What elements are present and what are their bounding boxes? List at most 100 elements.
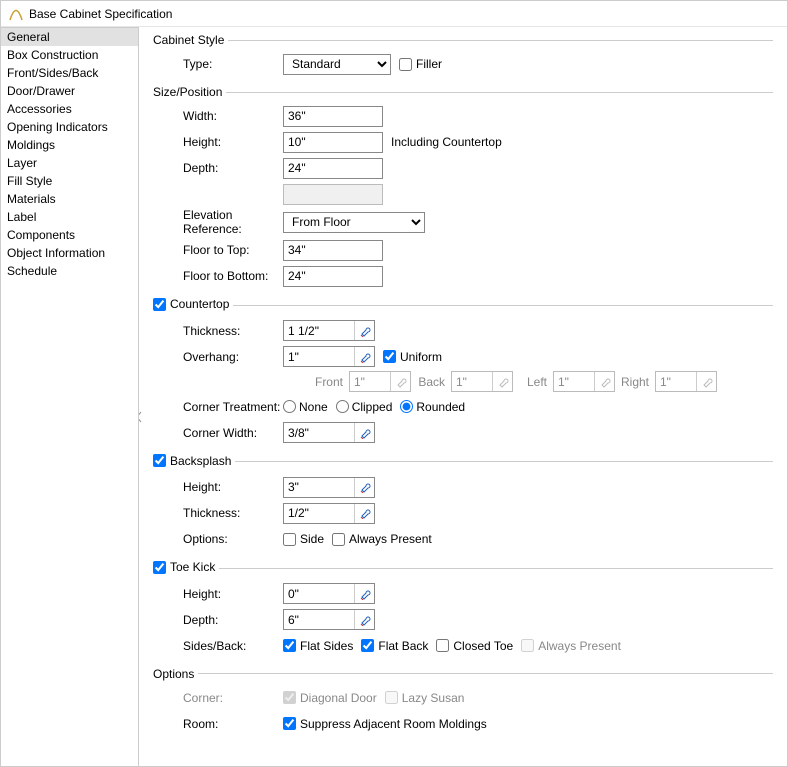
countertop-group: Countertop Thickness: Overhang: Uniform F… bbox=[153, 297, 773, 448]
wrench-icon[interactable] bbox=[354, 610, 374, 629]
elevation-reference-label: Elevation Reference: bbox=[153, 208, 283, 236]
depth-label: Depth: bbox=[153, 613, 283, 627]
back-label: Back bbox=[415, 375, 447, 389]
closed-toe-checkbox[interactable]: Closed Toe bbox=[436, 639, 513, 653]
corner-width-input[interactable] bbox=[284, 423, 354, 442]
lazy-susan-checkbox: Lazy Susan bbox=[385, 691, 465, 705]
side-checkbox[interactable]: Side bbox=[283, 532, 324, 546]
height-label: Height: bbox=[153, 135, 283, 149]
wrench-icon[interactable] bbox=[354, 478, 374, 497]
height-input[interactable] bbox=[283, 132, 383, 153]
wrench-icon bbox=[696, 372, 716, 391]
overhang-label: Overhang: bbox=[153, 350, 283, 364]
sidebar-item-label[interactable]: Label bbox=[1, 208, 138, 226]
overhang-sides-row: Front Back Left Right bbox=[153, 370, 773, 394]
toekick-depth-input[interactable] bbox=[284, 610, 354, 629]
filler-checkbox[interactable]: Filler bbox=[399, 57, 442, 71]
thickness-label: Thickness: bbox=[153, 506, 283, 520]
backsplash-group: Backsplash Height: Thickness: Options: S… bbox=[153, 454, 773, 555]
elevation-reference-select[interactable]: From Floor bbox=[283, 212, 425, 233]
group-legend: Cabinet Style bbox=[153, 33, 228, 47]
countertop-overhang-input[interactable] bbox=[284, 347, 354, 366]
sidebar-item-object-information[interactable]: Object Information bbox=[1, 244, 138, 262]
floor-to-bottom-label: Floor to Bottom: bbox=[153, 269, 283, 283]
options-label: Options: bbox=[153, 532, 283, 546]
sidebar-item-schedule[interactable]: Schedule bbox=[1, 262, 138, 280]
wrench-icon[interactable] bbox=[354, 584, 374, 603]
wrench-icon[interactable] bbox=[354, 321, 374, 340]
wrench-icon bbox=[492, 372, 512, 391]
flat-sides-checkbox[interactable]: Flat Sides bbox=[283, 639, 353, 653]
toe-kick-toggle[interactable]: Toe Kick bbox=[153, 560, 215, 574]
splitter-handle[interactable] bbox=[139, 397, 145, 437]
diagonal-door-checkbox: Diagonal Door bbox=[283, 691, 377, 705]
sides-back-label: Sides/Back: bbox=[153, 639, 283, 653]
disabled-input bbox=[283, 184, 383, 205]
front-label: Front bbox=[313, 375, 345, 389]
right-input bbox=[656, 372, 696, 391]
wrench-icon bbox=[594, 372, 614, 391]
room-label: Room: bbox=[153, 717, 283, 731]
wrench-icon[interactable] bbox=[354, 423, 374, 442]
sidebar-item-accessories[interactable]: Accessories bbox=[1, 100, 138, 118]
corner-width-label: Corner Width: bbox=[153, 426, 283, 440]
backsplash-thickness-input[interactable] bbox=[284, 504, 354, 523]
wrench-icon[interactable] bbox=[354, 504, 374, 523]
sidebar-item-moldings[interactable]: Moldings bbox=[1, 136, 138, 154]
countertop-toggle[interactable]: Countertop bbox=[153, 297, 229, 311]
sidebar-item-front-sides-back[interactable]: Front/Sides/Back bbox=[1, 64, 138, 82]
width-label: Width: bbox=[153, 109, 283, 123]
sidebar-item-fill-style[interactable]: Fill Style bbox=[1, 172, 138, 190]
countertop-thickness-input[interactable] bbox=[284, 321, 354, 340]
suppress-moldings-checkbox[interactable]: Suppress Adjacent Room Moldings bbox=[283, 717, 487, 731]
wrench-icon bbox=[390, 372, 410, 391]
back-input bbox=[452, 372, 492, 391]
sidebar-item-box-construction[interactable]: Box Construction bbox=[1, 46, 138, 64]
filler-checkbox-input[interactable] bbox=[399, 58, 412, 71]
floor-to-top-label: Floor to Top: bbox=[153, 243, 283, 257]
category-sidebar: GeneralBox ConstructionFront/Sides/BackD… bbox=[1, 27, 139, 766]
thickness-label: Thickness: bbox=[153, 324, 283, 338]
sidebar-item-components[interactable]: Components bbox=[1, 226, 138, 244]
content-panel: Cabinet Style Type: Standard Filler Size… bbox=[139, 27, 787, 766]
floor-to-bottom-input[interactable] bbox=[283, 266, 383, 287]
corner-clipped-radio[interactable]: Clipped bbox=[336, 400, 393, 414]
type-label: Type: bbox=[153, 57, 283, 71]
uniform-checkbox[interactable]: Uniform bbox=[383, 350, 442, 364]
options-group: Options Corner: Diagonal Door Lazy Susan… bbox=[153, 667, 773, 739]
app-icon bbox=[9, 7, 23, 21]
group-legend: Size/Position bbox=[153, 85, 226, 99]
toekick-height-input[interactable] bbox=[284, 584, 354, 603]
floor-to-top-input[interactable] bbox=[283, 240, 383, 261]
corner-none-radio[interactable]: None bbox=[283, 400, 328, 414]
type-select[interactable]: Standard bbox=[283, 54, 391, 75]
sidebar-item-general[interactable]: General bbox=[1, 28, 138, 46]
width-input[interactable] bbox=[283, 106, 383, 127]
height-label: Height: bbox=[153, 587, 283, 601]
height-note: Including Countertop bbox=[391, 135, 502, 149]
corner-rounded-radio[interactable]: Rounded bbox=[400, 400, 465, 414]
thickness-input-group bbox=[283, 320, 375, 341]
wrench-icon[interactable] bbox=[354, 347, 374, 366]
left-label: Left bbox=[517, 375, 549, 389]
backsplash-toggle[interactable]: Backsplash bbox=[153, 454, 231, 468]
toe-kick-group: Toe Kick Height: Depth: Sides/Back: Flat… bbox=[153, 560, 773, 661]
size-position-group: Size/Position Width: Height: Including Co… bbox=[153, 85, 773, 291]
sidebar-item-layer[interactable]: Layer bbox=[1, 154, 138, 172]
always-present-checkbox[interactable]: Always Present bbox=[332, 532, 432, 546]
backsplash-height-input[interactable] bbox=[284, 478, 354, 497]
corner-treatment-label: Corner Treatment: bbox=[153, 400, 283, 414]
sidebar-item-opening-indicators[interactable]: Opening Indicators bbox=[1, 118, 138, 136]
always-present-checkbox: Always Present bbox=[521, 639, 621, 653]
sidebar-item-door-drawer[interactable]: Door/Drawer bbox=[1, 82, 138, 100]
sidebar-item-materials[interactable]: Materials bbox=[1, 190, 138, 208]
window-title: Base Cabinet Specification bbox=[29, 7, 172, 21]
left-input bbox=[554, 372, 594, 391]
flat-back-checkbox[interactable]: Flat Back bbox=[361, 639, 428, 653]
front-input bbox=[350, 372, 390, 391]
cabinet-style-group: Cabinet Style Type: Standard Filler bbox=[153, 33, 773, 79]
title-bar: Base Cabinet Specification bbox=[1, 1, 787, 27]
depth-input[interactable] bbox=[283, 158, 383, 179]
height-label: Height: bbox=[153, 480, 283, 494]
overhang-input-group bbox=[283, 346, 375, 367]
